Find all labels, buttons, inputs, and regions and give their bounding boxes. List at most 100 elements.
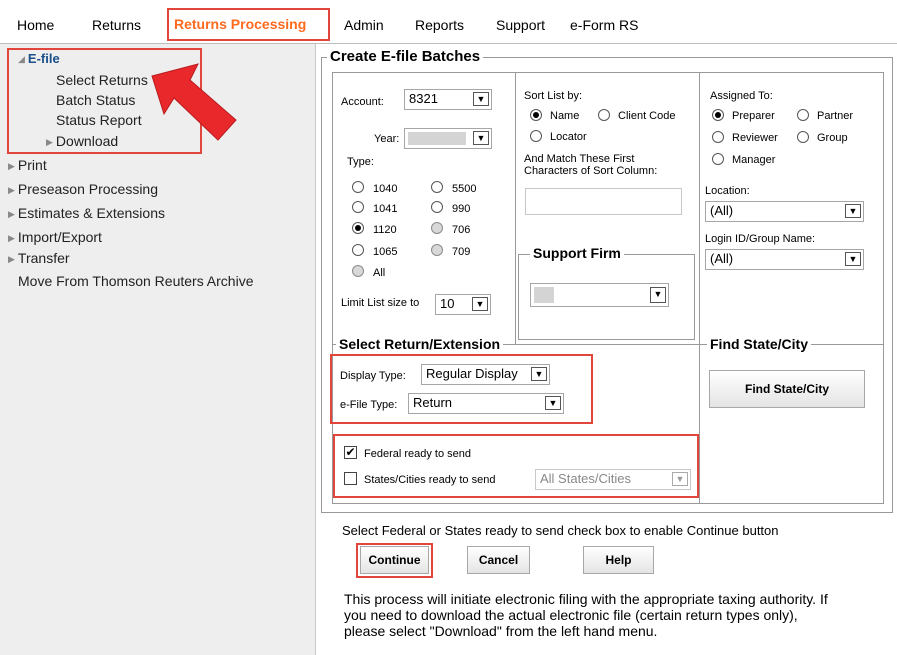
assigned-radio-preparer[interactable] xyxy=(712,109,724,121)
location-value: (All) xyxy=(710,203,734,218)
type-label: Type: xyxy=(347,156,374,168)
type-label-5500: 5500 xyxy=(452,183,477,195)
chevron-down-icon: ▼ xyxy=(845,204,861,218)
assigned-radio-partner[interactable] xyxy=(797,109,809,121)
account-value: 8321 xyxy=(409,91,438,106)
account-select[interactable]: 8321 ▼ xyxy=(404,89,492,110)
assigned-radio-reviewer[interactable] xyxy=(712,131,724,143)
expand-triangle-icon: ▶ xyxy=(8,185,15,195)
nav-home[interactable]: Home xyxy=(17,17,54,33)
support-firm-title: Support Firm xyxy=(530,245,624,261)
find-state-title: Find State/City xyxy=(707,336,812,352)
chevron-down-icon: ▼ xyxy=(472,297,488,311)
type-label-1041: 1041 xyxy=(373,203,398,215)
chevron-down-icon: ▼ xyxy=(650,287,666,303)
red-arrow-icon xyxy=(151,63,237,141)
sidebar-item-label: Estimates & Extensions xyxy=(17,205,165,221)
chevron-down-icon: ▼ xyxy=(845,252,861,266)
year-label: Year: xyxy=(374,133,400,145)
assigned-label-group: Group xyxy=(817,132,848,144)
select-return-title: Select Return/Extension xyxy=(336,336,504,352)
sort-radio-name[interactable] xyxy=(530,109,542,121)
limit-select[interactable]: 10 ▼ xyxy=(435,294,491,315)
sidebar-item-label: Preseason Processing xyxy=(17,181,158,197)
sidebar-item-preseason[interactable]: ▶ Preseason Processing xyxy=(8,181,158,197)
assigned-label-preparer: Preparer xyxy=(732,110,775,122)
login-label: Login ID/Group Name: xyxy=(705,233,816,245)
sort-label-name: Name xyxy=(550,110,580,122)
account-label: Account: xyxy=(341,96,384,108)
assigned-label: Assigned To: xyxy=(710,90,773,102)
login-select[interactable]: (All) ▼ xyxy=(705,249,864,270)
find-state-city-button[interactable]: Find State/City xyxy=(709,370,865,408)
redacted-value xyxy=(534,287,554,303)
sidebar-item-import-export[interactable]: ▶ Import/Export xyxy=(8,229,102,245)
type-radio-1120[interactable] xyxy=(352,222,364,234)
sidebar-item-print[interactable]: ▶ Print xyxy=(8,157,47,173)
sort-radio-client-code[interactable] xyxy=(598,109,610,121)
sort-label-locator: Locator xyxy=(550,131,587,143)
ready-to-send-highlight xyxy=(333,434,699,498)
sidebar-item-label: Transfer xyxy=(17,250,70,266)
grid-divider xyxy=(699,73,700,504)
type-label-990: 990 xyxy=(452,203,471,215)
expand-triangle-icon: ▶ xyxy=(8,233,15,243)
assigned-radio-group[interactable] xyxy=(797,131,809,143)
type-radio-1065[interactable] xyxy=(352,244,364,256)
type-radio-1041[interactable] xyxy=(352,201,364,213)
sidebar-item-label: Import/Export xyxy=(17,229,102,245)
grid-divider xyxy=(515,73,516,344)
type-label-1065: 1065 xyxy=(373,246,398,258)
type-radio-990[interactable] xyxy=(431,201,443,213)
enable-continue-hint: Select Federal or States ready to send c… xyxy=(342,523,779,538)
type-radio-709[interactable] xyxy=(431,244,443,256)
nav-returns[interactable]: Returns xyxy=(92,17,141,33)
match-characters-input[interactable] xyxy=(525,188,682,215)
sidebar-item-estimates[interactable]: ▶ Estimates & Extensions xyxy=(8,205,165,221)
type-label-1040: 1040 xyxy=(373,183,398,195)
info-line: please select "Download" from the left h… xyxy=(344,623,658,639)
help-button[interactable]: Help xyxy=(583,546,654,574)
redacted-value xyxy=(408,132,466,145)
chevron-down-icon: ▼ xyxy=(473,92,489,106)
type-radio-all[interactable] xyxy=(352,265,364,277)
limit-value: 10 xyxy=(440,296,455,311)
assigned-label-partner: Partner xyxy=(817,110,854,122)
nav-admin[interactable]: Admin xyxy=(344,17,384,33)
expand-triangle-icon: ▶ xyxy=(8,254,15,264)
chevron-down-icon: ▼ xyxy=(473,131,489,145)
assigned-radio-manager[interactable] xyxy=(712,153,724,165)
nav-support[interactable]: Support xyxy=(496,17,545,33)
type-radio-706[interactable] xyxy=(431,222,443,234)
sidebar-item-move-archive[interactable]: Move From Thomson Reuters Archive xyxy=(18,273,254,289)
assigned-label-manager: Manager xyxy=(732,154,776,166)
info-line: This process will initiate electronic fi… xyxy=(344,591,828,607)
info-paragraph: This process will initiate electronic fi… xyxy=(344,591,828,639)
sidebar-item-label: Print xyxy=(17,157,47,173)
sort-label-client-code: Client Code xyxy=(618,110,676,122)
nav-reports[interactable]: Reports xyxy=(415,17,464,33)
support-firm-select[interactable]: ▼ xyxy=(530,283,669,307)
cancel-button[interactable]: Cancel xyxy=(467,546,530,574)
match-label-line-2: Characters of Sort Column: xyxy=(524,165,658,177)
top-nav: Home Returns Returns Processing Admin Re… xyxy=(0,0,897,44)
type-label-all: All xyxy=(373,267,386,279)
info-line: you need to download the actual electron… xyxy=(344,607,798,623)
nav-eform-rs[interactable]: e-Form RS xyxy=(570,17,638,33)
sidebar-item-transfer[interactable]: ▶ Transfer xyxy=(8,250,70,266)
limit-label: Limit List size to xyxy=(341,297,420,309)
assigned-label-reviewer: Reviewer xyxy=(732,132,778,144)
location-label: Location: xyxy=(705,185,750,197)
sort-label: Sort List by: xyxy=(524,90,583,102)
sort-radio-locator[interactable] xyxy=(530,130,542,142)
type-radio-1040[interactable] xyxy=(352,181,364,193)
location-select[interactable]: (All) ▼ xyxy=(705,201,864,222)
type-label-1120: 1120 xyxy=(373,224,397,236)
expand-triangle-icon: ▶ xyxy=(8,209,15,219)
login-value: (All) xyxy=(710,251,734,266)
expand-triangle-icon: ▶ xyxy=(8,161,15,171)
page-title: Create E-file Batches xyxy=(327,48,484,65)
type-radio-5500[interactable] xyxy=(431,181,443,193)
year-select[interactable]: ▼ xyxy=(404,128,492,149)
type-label-709: 709 xyxy=(452,246,471,258)
